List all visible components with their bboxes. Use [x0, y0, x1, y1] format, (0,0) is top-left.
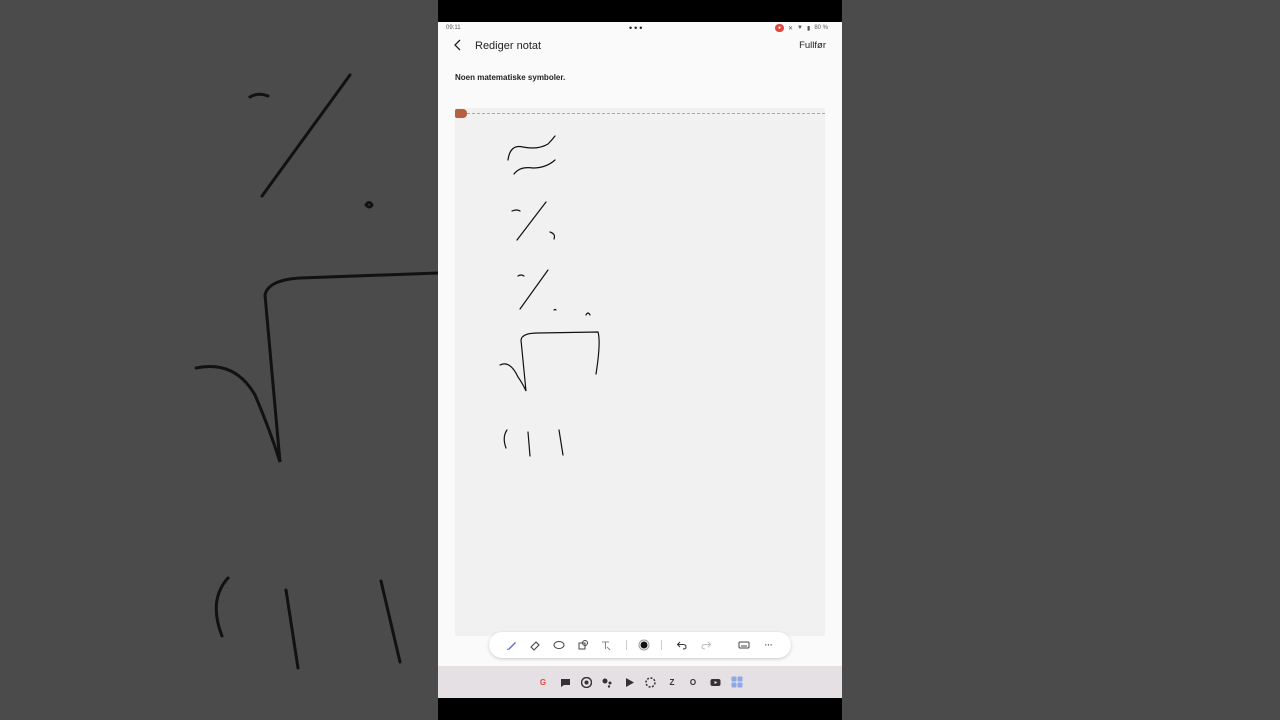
eraser-icon[interactable]: [527, 637, 543, 653]
toolbar-divider: [626, 640, 627, 650]
text-convert-icon[interactable]: [598, 637, 614, 653]
bar-stroke: [527, 431, 531, 457]
sqrt-symbol-stroke: [499, 331, 600, 392]
percent-symbol-stroke: [516, 201, 547, 241]
play-store-icon[interactable]: [622, 675, 636, 689]
permille-symbol-stroke: [517, 274, 525, 277]
photos-icon[interactable]: [643, 675, 657, 689]
pen-toolbar: ···: [489, 632, 791, 658]
handwritten-strokes: [499, 135, 600, 457]
google-icon[interactable]: G: [536, 675, 550, 689]
approx-symbol-stroke: [507, 135, 556, 161]
assistant-icon[interactable]: [600, 675, 614, 689]
taskbar-dock: G Z O: [438, 666, 842, 698]
youtube-icon[interactable]: [708, 675, 722, 689]
bar-stroke: [558, 429, 564, 456]
percent-symbol-stroke: [549, 231, 556, 240]
messages-icon[interactable]: [558, 675, 572, 689]
chrome-icon[interactable]: [579, 675, 593, 689]
app-drawer-icon[interactable]: [730, 675, 744, 689]
color-picker-icon[interactable]: [636, 637, 652, 653]
opera-icon[interactable]: O: [686, 675, 700, 689]
keyboard-icon[interactable]: [736, 637, 752, 653]
more-icon[interactable]: ···: [760, 637, 776, 653]
zarchiver-icon[interactable]: Z: [665, 675, 679, 689]
tablet-device: 09:11 ••• ● ✕ ▼ ▮ 80 % Rediger notat Ful…: [438, 0, 842, 720]
percent-symbol-stroke: [511, 209, 521, 212]
pen-icon[interactable]: [504, 637, 520, 653]
permille-symbol-stroke: [585, 312, 591, 316]
undo-icon[interactable]: [674, 637, 690, 653]
lasso-icon[interactable]: [551, 637, 567, 653]
notes-app-screen: 09:11 ••• ● ✕ ▼ ▮ 80 % Rediger notat Ful…: [438, 22, 842, 698]
screenshot-stage: 09:11 ••• ● ✕ ▼ ▮ 80 % Rediger notat Ful…: [0, 0, 1280, 720]
toolbar-divider: [661, 640, 662, 650]
approx-symbol-stroke: [513, 159, 556, 175]
brace-stroke: [503, 429, 508, 449]
permille-symbol-stroke: [553, 308, 557, 311]
shapes-icon[interactable]: [575, 637, 591, 653]
redo-icon[interactable]: [698, 637, 714, 653]
